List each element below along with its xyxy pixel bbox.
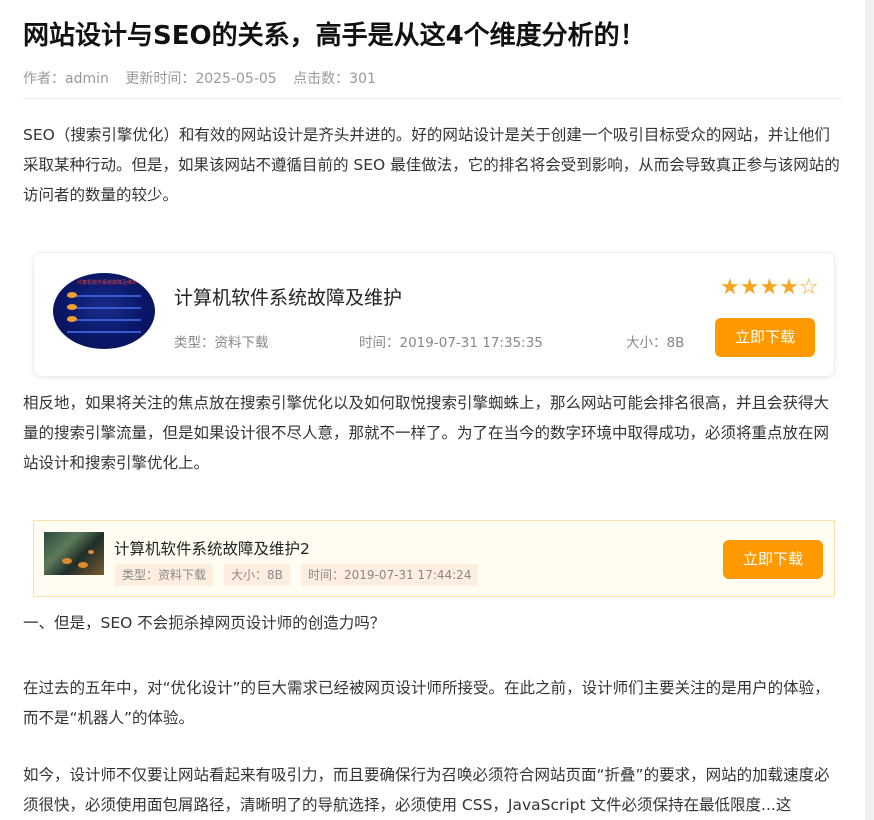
article-meta: 作者：admin 更新时间：2025-05-05 点击数：301 bbox=[23, 70, 388, 88]
download-type-tag: 类型：资料下载 bbox=[115, 564, 214, 586]
download-card-compact: 计算机软件系统故障及维护2 类型：资料下载 大小：8B 时间：2019-07-3… bbox=[33, 520, 835, 597]
section-heading: 一、但是，SEO 不会扼杀掉网页设计师的创造力吗？ bbox=[23, 614, 386, 632]
download-size: 大小：8B bbox=[626, 335, 685, 351]
download-card: 计算机软件系统故障及维护 计算机软件系统故障及维护 类型：资料下载 时间：201… bbox=[33, 252, 835, 377]
rating-stars-icon: ★★★★☆ bbox=[720, 275, 819, 300]
thumbnail-caption: 计算机软件系统故障及维护 bbox=[77, 280, 138, 286]
download-type: 类型：资料下载 bbox=[174, 335, 269, 351]
paragraph: 在过去的五年中，对“优化设计”的巨大需求已经被网页设计师所接受。在此之前，设计师… bbox=[23, 679, 830, 727]
download-title[interactable]: 计算机软件系统故障及维护2 bbox=[114, 538, 310, 560]
download-time-tag: 时间：2019-07-31 17:44:24 bbox=[301, 564, 479, 586]
download-title[interactable]: 计算机软件系统故障及维护 bbox=[174, 285, 402, 311]
thumbnail-image[interactable] bbox=[44, 532, 104, 575]
clicks-label: 点击数：301 bbox=[293, 71, 376, 87]
download-button[interactable]: 立即下载 bbox=[723, 540, 823, 579]
meta-divider bbox=[23, 98, 843, 99]
paragraph: 相反地，如果将关注的焦点放在搜索引擎优化以及如何取悦搜索引擎蜘蛛上，那么网站可能… bbox=[23, 394, 830, 472]
download-button[interactable]: 立即下载 bbox=[715, 318, 815, 357]
download-size-tag: 大小：8B bbox=[224, 564, 290, 586]
scrollbar[interactable] bbox=[865, 0, 874, 820]
page-title: 网站设计与SEO的关系，高手是从这4个维度分析的！ bbox=[23, 21, 646, 51]
author-label: 作者：admin bbox=[23, 71, 109, 87]
download-time: 时间：2019-07-31 17:35:35 bbox=[359, 335, 543, 351]
updated-label: 更新时间：2025-05-05 bbox=[125, 71, 277, 87]
paragraph: 如今，设计师不仅要让网站看起来有吸引力，而且要确保行为召唤必须符合网站页面“折叠… bbox=[23, 766, 830, 814]
thumbnail-image[interactable]: 计算机软件系统故障及维护 bbox=[53, 273, 155, 349]
paragraph: SEO（搜索引擎优化）和有效的网站设计是齐头并进的。好的网站设计是关于创建一个吸… bbox=[23, 126, 840, 204]
